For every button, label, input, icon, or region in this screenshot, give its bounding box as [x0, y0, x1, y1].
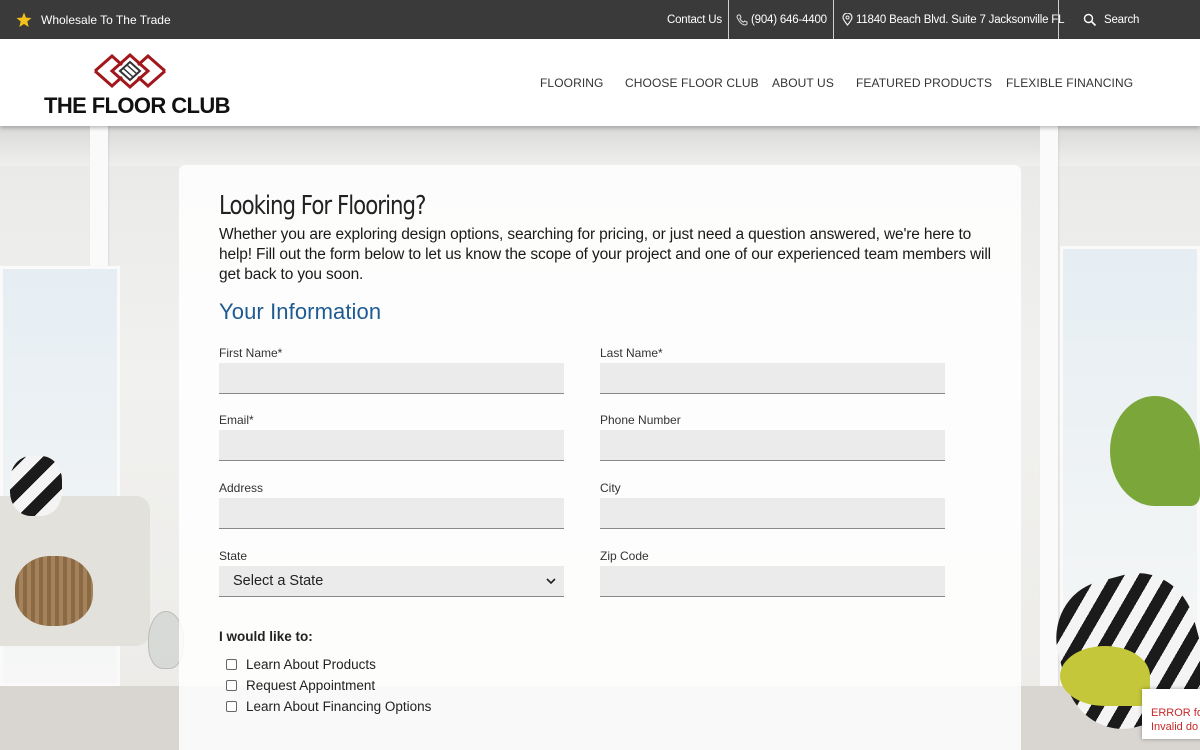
address-label: 11840 Beach Blvd. Suite 7 Jacksonville F…: [856, 13, 1065, 26]
state-select-value: Select a State: [233, 573, 324, 589]
logo-text: THE FLOOR CLUB: [44, 93, 231, 118]
phone-icon: [736, 14, 748, 26]
search-icon: [1083, 13, 1097, 26]
phone-label: (904) 646-4400: [751, 13, 827, 26]
form-title: Looking For Flooring?: [219, 191, 426, 221]
divider: [1058, 0, 1059, 39]
divider: [833, 0, 834, 39]
learn-products-label[interactable]: Learn About Products: [246, 657, 376, 672]
contact-us-label: Contact Us: [667, 13, 722, 26]
divider: [728, 0, 729, 39]
chevron-down-icon: [546, 578, 556, 585]
address-link[interactable]: 11840 Beach Blvd. Suite 7 Jacksonville F…: [842, 0, 1064, 39]
wholesale-trade-link[interactable]: Wholesale To The Trade: [16, 0, 171, 39]
recaptcha-error-badge[interactable]: ERROR fo Invalid do: [1142, 689, 1200, 739]
financing-options-label[interactable]: Learn About Financing Options: [246, 699, 431, 714]
floor-club-logo[interactable]: THE FLOOR CLUB: [44, 53, 231, 119]
city-label: City: [600, 481, 621, 495]
star-icon: [16, 12, 32, 27]
striped-pillow: [10, 456, 62, 516]
nav-flooring[interactable]: FLOORING: [540, 39, 603, 126]
logo-diamond-icon: [94, 53, 166, 89]
error-line: ERROR fo: [1151, 707, 1200, 719]
financing-options-checkbox[interactable]: [226, 701, 237, 712]
phone-link[interactable]: (904) 646-4400: [736, 0, 827, 39]
zip-code-input[interactable]: [600, 566, 945, 597]
last-name-label: Last Name*: [600, 346, 663, 360]
learn-products-checkbox[interactable]: [226, 659, 237, 670]
form-intro: Whether you are exploring design options…: [219, 226, 991, 283]
phone-number-label: Phone Number: [600, 413, 681, 427]
nav-about-us[interactable]: ABOUT US: [772, 39, 834, 126]
phone-number-input[interactable]: [600, 430, 945, 461]
address-label: Address: [219, 481, 264, 495]
wholesale-trade-label: Wholesale To The Trade: [41, 12, 171, 27]
nav-label: FEATURED PRODUCTS: [856, 75, 993, 90]
email-label: Email*: [219, 413, 254, 427]
state-label: State: [219, 549, 248, 563]
would-like-label: I would like to:: [219, 629, 313, 644]
nav-label: CHOOSE FLOOR CLUB: [625, 75, 759, 90]
nav-featured-products[interactable]: FEATURED PRODUCTS: [856, 39, 992, 126]
contact-form-card: Looking For Flooring? Whether you are ex…: [179, 165, 1021, 750]
error-line: Invalid do: [1151, 721, 1199, 733]
nav-flexible-financing[interactable]: FLEXIBLE FINANCING: [1006, 39, 1133, 126]
green-cushion: [1060, 646, 1150, 706]
search-button[interactable]: Search: [1083, 0, 1139, 39]
email-input[interactable]: [219, 430, 564, 461]
site-header: THE FLOOR CLUB FLOORING CHOOSE FLOOR CLU…: [0, 39, 1200, 126]
map-pin-icon: [842, 13, 853, 26]
ceiling-beam: [1040, 126, 1058, 750]
nav-label: FLOORING: [540, 75, 604, 90]
plant: [1110, 396, 1200, 506]
city-input[interactable]: [600, 498, 945, 529]
first-name-input[interactable]: [219, 363, 564, 394]
nav-label: FLEXIBLE FINANCING: [1006, 75, 1134, 90]
zip-code-label: Zip Code: [600, 549, 649, 563]
last-name-input[interactable]: [600, 363, 945, 394]
nav-label: ABOUT US: [772, 75, 834, 90]
request-appointment-label[interactable]: Request Appointment: [246, 678, 375, 693]
ceiling: [0, 126, 1200, 166]
request-appointment-checkbox[interactable]: [226, 680, 237, 691]
top-bar: Wholesale To The Trade Contact Us (904) …: [0, 0, 1200, 39]
first-name-label: First Name*: [219, 346, 283, 360]
search-label: Search: [1104, 13, 1140, 26]
wicker-basket: [15, 556, 93, 626]
nav-choose-floor-club[interactable]: CHOOSE FLOOR CLUB: [625, 39, 759, 126]
state-select[interactable]: Select a State: [219, 566, 564, 597]
contact-us-link[interactable]: Contact Us: [667, 0, 722, 39]
section-title: Your Information: [219, 299, 382, 324]
address-input[interactable]: [219, 498, 564, 529]
